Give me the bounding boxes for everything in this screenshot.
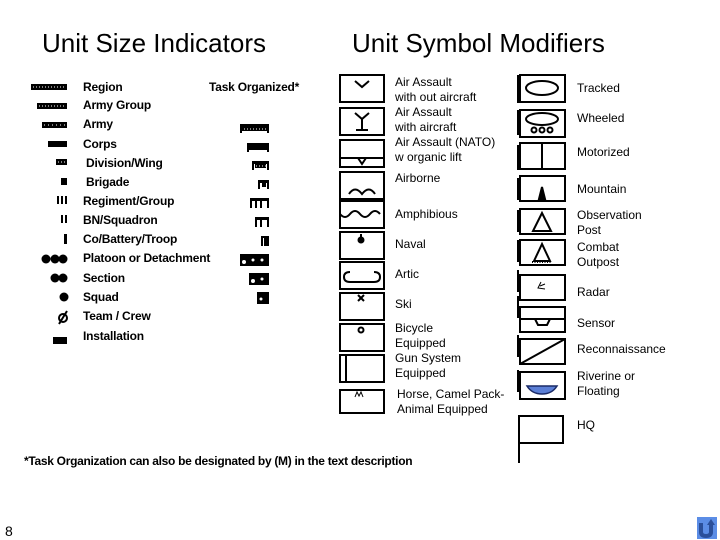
combat-outpost-icon xyxy=(519,239,566,266)
modifier-label-sensor: Sensor xyxy=(577,316,616,330)
footnote: *Task Organization can also be designate… xyxy=(24,454,413,468)
riverine-icon xyxy=(519,371,566,400)
modifier-label-combat-outpost: Combat Outpost xyxy=(577,240,620,269)
motorized-icon xyxy=(519,142,566,170)
modifier-label-wheeled: Wheeled xyxy=(577,111,625,125)
modifier-label-hq: HQ xyxy=(577,418,595,432)
observation-post-icon xyxy=(519,208,566,235)
modifier-label-observation-post: Observation Post xyxy=(577,208,642,237)
reconnaissance-icon xyxy=(519,338,566,365)
modifier-label-reconnaissance: Reconnaissance xyxy=(577,342,666,356)
modifier-label-mountain: Mountain xyxy=(577,182,627,196)
mountain-icon xyxy=(519,175,566,202)
wheeled-icon xyxy=(519,109,566,138)
page-number: 8 xyxy=(5,523,13,539)
return-arrow-icon xyxy=(699,519,715,539)
tracked-icon xyxy=(519,74,566,103)
return-button[interactable] xyxy=(697,517,717,539)
sensor-icon xyxy=(519,306,566,333)
modifier-label-motorized: Motorized xyxy=(577,145,630,159)
radar-icon xyxy=(519,274,566,301)
modifier-label-tracked: Tracked xyxy=(577,81,620,95)
hq-icon xyxy=(518,415,564,463)
modifier-label-riverine: Riverine or Floating xyxy=(577,369,636,398)
modifier-label-radar: Radar xyxy=(577,285,610,299)
